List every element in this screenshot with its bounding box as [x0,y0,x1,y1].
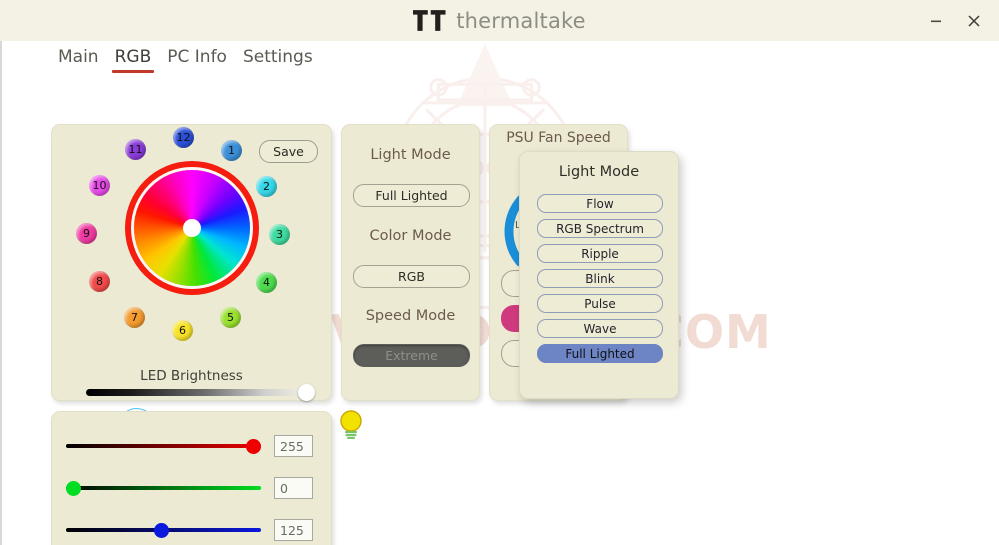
tab-main[interactable]: Main [55,41,102,75]
close-icon [968,14,980,27]
minimize-icon [931,20,941,22]
minimize-button[interactable] [921,6,951,36]
preset-color-dot-11[interactable]: 11 [125,139,146,160]
preset-color-dot-2[interactable]: 2 [256,176,277,197]
speed-mode-title: Speed Mode [365,308,456,324]
speed-mode-select[interactable]: Extreme [353,344,470,367]
light-bulb-icon[interactable] [338,409,364,439]
preset-color-dot-9[interactable]: 9 [76,223,97,244]
light-mode-select[interactable]: Full Lighted [353,184,470,207]
rgb-value-input-green[interactable]: 0 [274,477,313,499]
modes-panel: Light Mode Full Lighted Color Mode RGB S… [341,124,480,401]
tab-rgb-label: RGB [114,47,152,67]
light-mode-option-ripple[interactable]: Ripple [537,244,663,263]
preset-color-dot-4[interactable]: 4 [256,272,277,293]
tab-active-underline [111,70,155,73]
preset-color-dot-label: 7 [131,311,138,324]
preset-color-dot-label: 3 [276,228,283,241]
light-mode-title: Light Mode [370,147,451,163]
light-mode-option-label: Wave [583,321,617,336]
light-mode-value: Full Lighted [375,188,448,203]
light-mode-popup: Light Mode Flow RGB Spectrum Ripple Blink Pu… [519,151,679,399]
tab-settings-label: Settings [242,47,313,67]
preset-color-dot-7[interactable]: 7 [124,307,145,328]
light-mode-option-pulse[interactable]: Pulse [537,294,663,313]
preset-color-dot-label: 4 [263,276,270,289]
preset-color-dot-label: 1 [228,144,235,157]
led-brightness-label: LED Brightness [140,368,243,384]
light-mode-option-rgb-spectrum[interactable]: RGB Spectrum [537,219,663,238]
preset-color-dot-5[interactable]: 5 [220,307,241,328]
light-mode-option-flow[interactable]: Flow [537,194,663,213]
preset-color-dot-label: 2 [263,180,270,193]
psu-fan-speed-title: PSU Fan Speed [506,130,611,146]
color-wheel-panel: Save 123456789101112 Default LED Brightn… [51,124,362,445]
preset-color-dot-12[interactable]: 12 [173,127,194,148]
led-brightness-slider-knob[interactable] [298,384,315,401]
light-mode-option-label: Flow [586,196,614,211]
preset-color-dot-8[interactable]: 8 [89,271,110,292]
title-bar: thermaltake [0,0,999,41]
thermaltake-rgb-app-window: thermaltake Main RGB PC Info Settings Sa… [0,0,999,545]
tab-pc-info[interactable]: PC Info [164,41,230,75]
preset-color-dot-10[interactable]: 10 [89,175,110,196]
preset-color-dot-label: 5 [227,311,234,324]
rgb-slider-knob-red[interactable] [246,438,261,454]
tab-rgb[interactable]: RGB [111,41,155,75]
preset-color-dot-label: 10 [92,179,107,192]
brand-name: thermaltake [456,8,586,33]
preset-color-dot-label: 12 [176,131,191,144]
rgb-slider-knob-blue[interactable] [154,522,170,538]
light-mode-option-label: Pulse [584,296,616,311]
color-wheel-area: 1 2 3 4 5 6 7 8 9 10 11 12 [52,125,331,355]
preset-color-dot-1[interactable]: 1 [221,140,242,161]
tab-settings[interactable]: Settings [240,41,316,75]
led-brightness-slider-track[interactable] [86,389,304,396]
light-mode-option-label: RGB Spectrum [556,221,644,236]
light-mode-option-label: Ripple [581,246,619,261]
color-mode-value: RGB [398,269,425,284]
light-mode-option-blink[interactable]: Blink [537,269,663,288]
tab-pc-info-label: PC Info [167,47,227,67]
content-area: VMODTECH.COM Main RGB PC Info Settings S… [0,41,999,545]
color-mode-title: Color Mode [369,228,452,244]
tab-bar: Main RGB PC Info Settings [55,41,316,75]
color-wheel-center-handle[interactable] [182,219,201,237]
rgb-value-input-red[interactable]: 255 [274,435,313,457]
color-mode-select[interactable]: RGB [353,265,470,288]
close-button[interactable] [959,6,989,36]
preset-color-dot-label: 8 [96,275,103,288]
preset-color-dot-label: 11 [128,143,143,156]
rgb-slider-track-green[interactable] [66,486,261,490]
light-mode-option-label: Blink [585,271,615,286]
light-mode-option-label: Full Lighted [565,346,635,361]
tab-main-label: Main [58,47,99,67]
preset-color-dot-label: 6 [179,324,186,337]
window-controls [921,0,989,41]
left-edge-divider [0,41,2,545]
speed-mode-value: Extreme [385,348,438,363]
light-mode-option-wave[interactable]: Wave [537,319,663,338]
rgb-value-input-blue[interactable]: 125 [274,519,313,541]
thermaltake-tt-logo-icon [413,10,446,31]
rgb-slider-knob-green[interactable] [66,480,81,496]
rgb-sliders-panel: 255 0 125 [51,411,332,545]
light-mode-option-full-lighted[interactable]: Full Lighted [537,344,663,363]
preset-color-dot-label: 9 [83,227,90,240]
preset-color-dot-3[interactable]: 3 [269,224,290,245]
preset-color-dot-6[interactable]: 6 [172,320,193,341]
brand: thermaltake [413,9,586,33]
light-mode-popup-title: Light Mode [558,164,640,180]
rgb-slider-track-red[interactable] [66,444,261,448]
